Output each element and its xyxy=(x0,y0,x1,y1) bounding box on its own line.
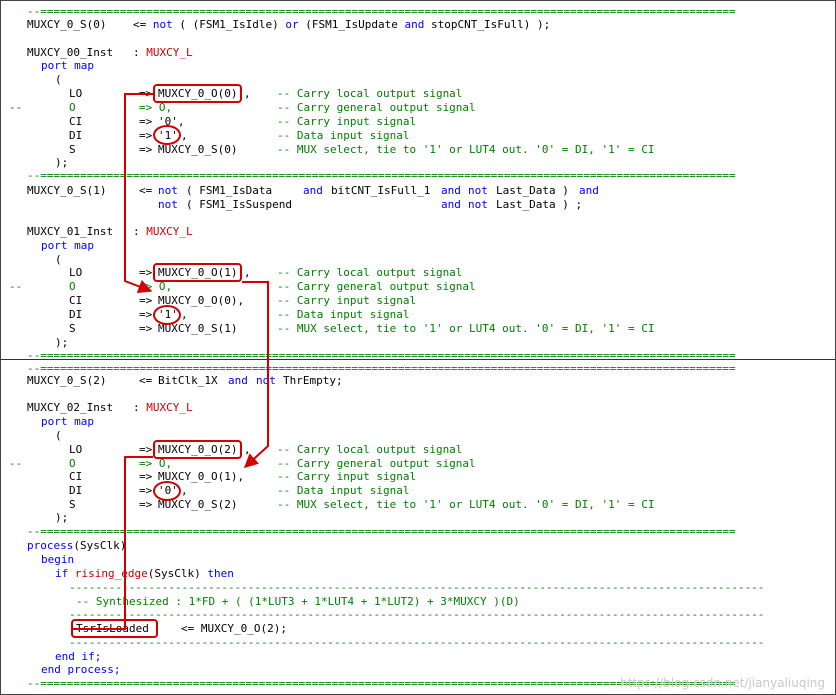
arrow-1-to-2 xyxy=(242,281,269,468)
watermark: https://blog.csdn.net/jianyaliuqing xyxy=(620,676,825,690)
code-panel: --======================================… xyxy=(0,0,836,695)
arrow-2-to-out xyxy=(71,456,153,630)
arrow-0-to-1 xyxy=(124,93,153,294)
annotation-arrows xyxy=(71,93,269,630)
